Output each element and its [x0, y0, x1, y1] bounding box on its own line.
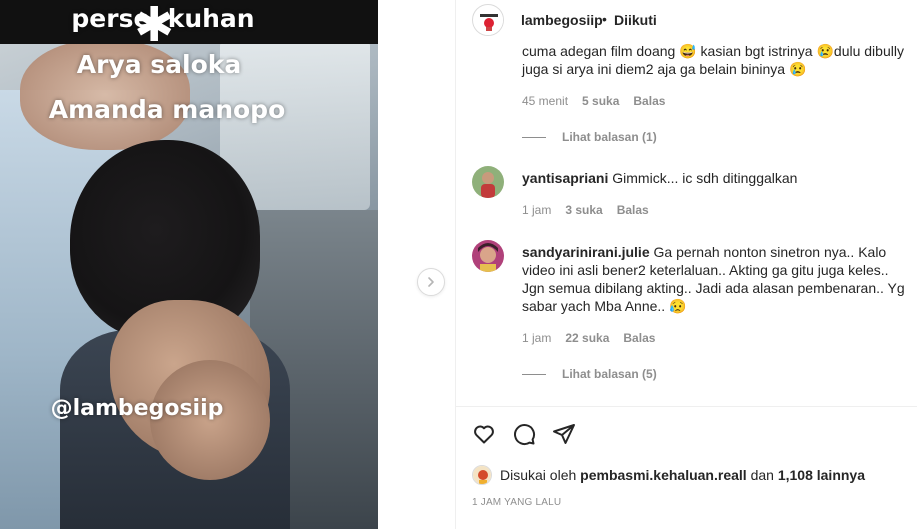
like-button[interactable]: [471, 421, 497, 447]
asterisk-icon: ✱: [134, 0, 175, 53]
comment-button[interactable]: [511, 421, 537, 447]
commenter-avatar[interactable]: [472, 166, 504, 198]
liker-username[interactable]: pembasmi.kehaluan.reall: [580, 467, 747, 483]
view-replies-button[interactable]: Lihat balasan (1): [522, 130, 914, 144]
comment-item: yantisapriani Gimmick... ic sdh ditingga…: [522, 169, 914, 217]
post-header: lambegosiip • Diikuti: [456, 0, 917, 40]
comment-meta: 1 jam 22 suka Balas: [522, 331, 914, 345]
next-post-button[interactable]: [417, 268, 445, 296]
author-username[interactable]: lambegosiip: [521, 12, 603, 28]
commenter-username[interactable]: yantisapriani: [522, 170, 608, 186]
post-video[interactable]: persel kuhan ✱ Arya saloka Amanda manopo…: [0, 0, 378, 529]
header-separator: •: [602, 11, 607, 27]
comment-body: sandyarinirani.julie Ga pernah nonton si…: [522, 243, 914, 315]
reply-button[interactable]: Balas: [617, 203, 649, 217]
user-photo-icon: [472, 240, 504, 272]
replies-divider: [522, 373, 546, 375]
reply-button[interactable]: Balas: [633, 94, 665, 108]
share-button[interactable]: [551, 421, 577, 447]
action-bar: [471, 421, 577, 447]
comment-meta: 1 jam 3 suka Balas: [522, 203, 914, 217]
post-actions-section: Disukai oleh pembasmi.kehaluan.reall dan…: [456, 406, 917, 529]
user-photo-icon: [472, 166, 504, 198]
comment-item: sandyarinirani.julie Ga pernah nonton si…: [522, 243, 914, 381]
comment-text: cuma adegan film doang 😅 kasian bgt istr…: [522, 43, 904, 77]
comment-bubble-icon: [514, 424, 536, 446]
likes-prefix: Disukai oleh: [500, 467, 577, 483]
post-side-panel: lambegosiip • Diikuti cuma adegan film d…: [455, 0, 917, 529]
comment-time: 45 menit: [522, 94, 569, 108]
post-timestamp: 1 JAM YANG LALU: [472, 497, 562, 508]
liker-avatar[interactable]: [472, 465, 492, 485]
chevron-right-icon: [428, 277, 434, 287]
paper-plane-icon: [553, 424, 575, 444]
comment-body: yantisapriani Gimmick... ic sdh ditingga…: [522, 169, 914, 187]
comments-list[interactable]: cuma adegan film doang 😅 kasian bgt istr…: [456, 40, 917, 406]
video-caption-top: persel kuhan: [71, 4, 255, 33]
video-name-1: Arya saloka: [76, 50, 242, 79]
comment-meta: 45 menit 5 suka Balas: [522, 94, 914, 108]
commenter-username[interactable]: sandyarinirani.julie: [522, 244, 650, 260]
view-replies-label: Lihat balasan (5): [562, 367, 657, 381]
lambegosiip-logo-icon: [474, 6, 503, 35]
follow-status-button[interactable]: Diikuti: [614, 12, 657, 28]
comment-time: 1 jam: [522, 203, 552, 217]
comment-item: cuma adegan film doang 😅 kasian bgt istr…: [522, 42, 914, 144]
commenter-avatar[interactable]: [472, 240, 504, 272]
view-replies-button[interactable]: Lihat balasan (5): [522, 367, 914, 381]
comment-likes[interactable]: 3 suka: [565, 203, 602, 217]
reply-button[interactable]: Balas: [623, 331, 655, 345]
heart-icon: [474, 425, 494, 444]
view-replies-label: Lihat balasan (1): [562, 130, 657, 144]
liker-photo-icon: [473, 466, 491, 484]
comment-likes[interactable]: 5 suka: [582, 94, 619, 108]
comment-text: Gimmick... ic sdh ditinggalkan: [612, 170, 798, 186]
video-name-2: Amanda manopo: [48, 95, 286, 124]
likes-middle: dan: [750, 467, 774, 483]
comment-time: 1 jam: [522, 331, 552, 345]
comment-likes[interactable]: 22 suka: [565, 331, 609, 345]
video-watermark: @lambegosiip: [50, 396, 224, 421]
likes-others-count[interactable]: 1,108 lainnya: [778, 467, 865, 483]
likes-summary: Disukai oleh pembasmi.kehaluan.reall dan…: [472, 465, 865, 485]
replies-divider: [522, 136, 546, 138]
author-avatar[interactable]: [472, 4, 504, 36]
